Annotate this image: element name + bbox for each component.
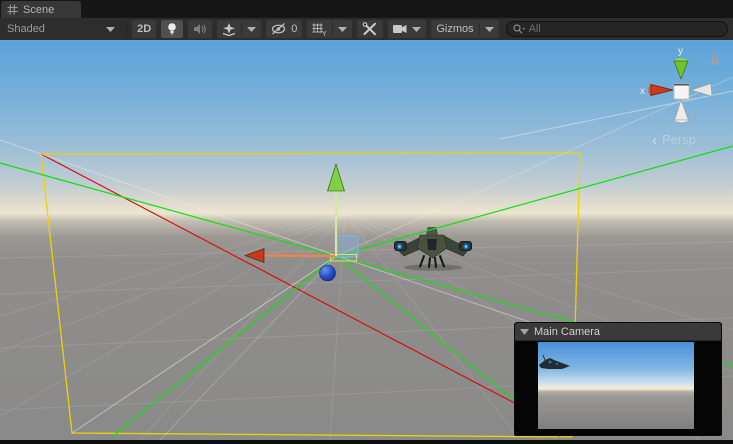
toolbar-divider (126, 22, 128, 36)
audio-toggle-button[interactable] (188, 20, 213, 38)
translate-plane-handle-xy[interactable] (336, 235, 359, 258)
orientation-x-axis[interactable] (650, 84, 674, 96)
effects-star-icon (222, 22, 236, 36)
z-axis-sphere-handle[interactable] (319, 264, 336, 282)
scene-viewport[interactable]: y x ‹ Persp Main Camera (0, 42, 733, 440)
toggle-2d-button[interactable]: 2D (132, 20, 157, 38)
gizmos-label: Gizmos (436, 23, 474, 35)
button-separator (478, 23, 480, 35)
frustum-diagonal-red (40, 153, 561, 428)
camera-preview-render (538, 342, 694, 429)
shading-mode-dropdown[interactable]: Shaded (2, 20, 120, 38)
tab-label: Scene (23, 3, 55, 16)
chevron-down-icon (106, 26, 116, 32)
chevron-down-icon (247, 26, 257, 32)
scene-grid-icon (7, 4, 18, 15)
search-input[interactable]: All (505, 21, 728, 37)
tab-scene[interactable]: Scene (1, 1, 81, 18)
x-axis-handle[interactable] (263, 254, 337, 258)
persp-back-arrow-icon[interactable]: ‹ (652, 132, 657, 149)
grid-visibility-dropdown[interactable]: Y (307, 20, 353, 38)
search-icon (512, 23, 525, 34)
spaceship-shadow (404, 264, 462, 271)
audio-speaker-icon (194, 24, 206, 34)
toggle-2d-label: 2D (137, 23, 152, 35)
unity-scene-view-window: Scene Shaded 2D 0 Y Gizmos All y x ‹ Per… (0, 0, 733, 444)
chevron-down-icon (412, 26, 422, 32)
x-axis-label: x (640, 86, 645, 97)
projection-mode[interactable]: ‹ Persp (652, 132, 696, 149)
spaceship-model[interactable] (394, 227, 472, 271)
y-axis-arrowhead[interactable] (327, 163, 345, 192)
shading-mode-label: Shaded (7, 23, 45, 35)
lighting-toggle-button[interactable] (161, 20, 184, 38)
wrench-screwdriver-icon (362, 22, 377, 36)
camera-preview-panel: Main Camera (514, 322, 722, 436)
window-bottom-edge (0, 440, 733, 444)
foldout-triangle-icon (520, 328, 529, 335)
tools-button[interactable] (357, 20, 384, 38)
chevron-down-icon (338, 26, 348, 32)
orientation-cube[interactable] (673, 83, 690, 100)
orientation-y-axis[interactable] (673, 60, 689, 80)
preview-spaceship-silhouette (539, 354, 570, 369)
light-bulb-icon (168, 23, 176, 35)
chevron-down-icon (484, 26, 494, 32)
video-camera-icon (393, 25, 407, 33)
persp-label[interactable]: Persp (662, 132, 696, 147)
scene-visibility-button[interactable]: 0 (266, 20, 303, 38)
orientation-gizmo[interactable]: y x (640, 46, 713, 123)
button-separator (241, 23, 243, 35)
tab-bar: Scene (0, 0, 733, 18)
translate-gizmo[interactable] (244, 163, 359, 282)
svg-text:Y: Y (322, 31, 327, 36)
camera-preview-title: Main Camera (534, 325, 601, 338)
eye-slash-icon (272, 23, 286, 35)
button-separator (332, 23, 334, 35)
effects-dropdown-button[interactable] (217, 20, 262, 38)
scene-toolbar: Shaded 2D 0 Y Gizmos All (0, 18, 733, 40)
y-axis-label: y (678, 46, 683, 57)
camera-dropdown-button[interactable] (388, 20, 427, 38)
camera-preview-letterbox (515, 341, 721, 435)
lock-icon[interactable] (711, 53, 719, 65)
hidden-object-count: 0 (291, 23, 298, 35)
camera-preview-header[interactable]: Main Camera (515, 323, 721, 341)
grid-axis-icon: Y (312, 23, 327, 36)
search-placeholder: All (528, 23, 541, 35)
gizmos-dropdown-button[interactable]: Gizmos (431, 20, 499, 38)
